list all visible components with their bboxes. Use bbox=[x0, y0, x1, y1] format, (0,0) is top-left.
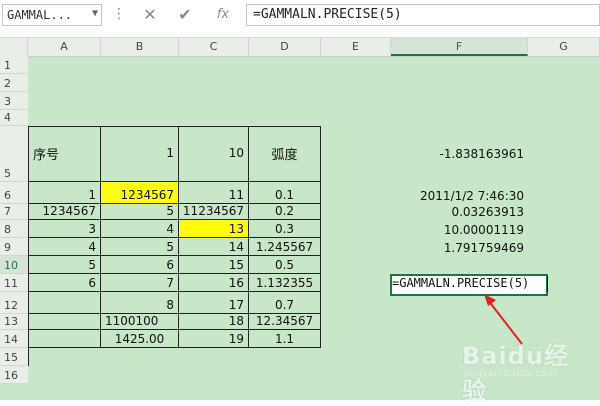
cell-f8[interactable]: 10.00001119 bbox=[391, 220, 528, 238]
row-header-1[interactable]: 1 bbox=[0, 56, 28, 74]
cell-a13[interactable] bbox=[29, 314, 101, 330]
cell-d13[interactable]: 12.34567 bbox=[249, 314, 321, 330]
row-header-2[interactable]: 2 bbox=[0, 74, 28, 92]
row-header-4[interactable]: 4 bbox=[0, 110, 28, 126]
cell-b8[interactable]: 4 bbox=[101, 220, 179, 238]
cell-d5[interactable]: 弧度 bbox=[249, 126, 321, 182]
name-box[interactable]: GAMMAL... ▼ bbox=[2, 4, 102, 26]
cell-c9[interactable]: 14 bbox=[179, 238, 249, 256]
cell-c11[interactable]: 16 bbox=[179, 274, 249, 292]
cell-a5[interactable]: 序号 bbox=[29, 126, 101, 182]
cell-d7[interactable]: 0.2 bbox=[249, 204, 321, 220]
column-header-f[interactable]: F bbox=[391, 38, 528, 56]
cell-a14[interactable] bbox=[29, 330, 101, 348]
cell-a12[interactable] bbox=[29, 292, 101, 314]
cell-c13[interactable]: 18 bbox=[179, 314, 249, 330]
cell-d11[interactable]: 1.132355 bbox=[249, 274, 321, 292]
cell-b10[interactable]: 6 bbox=[101, 256, 179, 274]
cell-b14[interactable]: 1425.00 bbox=[101, 330, 179, 348]
row-header-11[interactable]: 11 bbox=[0, 274, 28, 292]
cell-d12[interactable]: 0.7 bbox=[249, 292, 321, 314]
cell-c6[interactable]: 11 bbox=[179, 182, 249, 204]
row-header-14[interactable]: 14 bbox=[0, 330, 28, 348]
cell-c12[interactable]: 17 bbox=[179, 292, 249, 314]
cell-c7[interactable]: 11234567 bbox=[179, 204, 249, 220]
cell-c8[interactable]: 13 bbox=[179, 220, 249, 238]
watermark-url: jingyan.baidu.com bbox=[464, 368, 557, 379]
column-header-a[interactable]: A bbox=[28, 38, 101, 56]
cell-d6[interactable]: 0.1 bbox=[249, 182, 321, 204]
column-header-e[interactable]: E bbox=[321, 38, 391, 56]
row-header-13[interactable]: 13 bbox=[0, 314, 28, 330]
row-header-16[interactable]: 16 bbox=[0, 366, 28, 384]
row-header-6[interactable]: 6 bbox=[0, 182, 28, 204]
cell-f7[interactable]: 0.03263913 bbox=[391, 204, 528, 220]
text-cursor bbox=[547, 276, 548, 292]
cell-c10[interactable]: 15 bbox=[179, 256, 249, 274]
row-header-8[interactable]: 8 bbox=[0, 220, 28, 238]
row-header-12[interactable]: 12 bbox=[0, 292, 28, 314]
cell-a8[interactable]: 3 bbox=[29, 220, 101, 238]
cell-b11[interactable]: 7 bbox=[101, 274, 179, 292]
column-header-g[interactable]: G bbox=[528, 38, 600, 56]
row-header-10[interactable]: 10 bbox=[0, 256, 28, 274]
column-headers: A B C D E F G bbox=[0, 38, 600, 57]
cell-b6[interactable]: 1234567 bbox=[101, 182, 179, 204]
column-header-d[interactable]: D bbox=[249, 38, 321, 56]
cell-f9[interactable]: 1.791759469 bbox=[391, 238, 528, 256]
row-header-9[interactable]: 9 bbox=[0, 238, 28, 256]
insert-function-icon[interactable]: fx bbox=[210, 4, 236, 26]
cell-f5[interactable]: -1.838163961 bbox=[391, 126, 528, 182]
cell-b13[interactable]: 1100100 bbox=[101, 314, 179, 330]
cell-a7[interactable]: 1234567 bbox=[29, 204, 101, 220]
cell-c14[interactable]: 19 bbox=[179, 330, 249, 348]
cell-d9[interactable]: 1.245567 bbox=[249, 238, 321, 256]
cell-b5[interactable]: 1 bbox=[101, 126, 179, 182]
column-header-b[interactable]: B bbox=[101, 38, 179, 56]
cell-a10[interactable]: 5 bbox=[29, 256, 101, 274]
name-box-value: GAMMAL... bbox=[7, 8, 73, 22]
row-header-5[interactable]: 5 bbox=[0, 126, 28, 182]
row-header-3[interactable]: 3 bbox=[0, 92, 28, 110]
more-options-icon[interactable]: ⋮ bbox=[112, 6, 126, 22]
cell-b9[interactable]: 5 bbox=[101, 238, 179, 256]
chevron-down-icon[interactable]: ▼ bbox=[92, 8, 98, 19]
cell-d14[interactable]: 1.1 bbox=[249, 330, 321, 348]
cell-f6[interactable]: 2011/1/2 7:46:30 bbox=[391, 182, 528, 204]
cell-b12[interactable]: 8 bbox=[101, 292, 179, 314]
cell-b7[interactable]: 5 bbox=[101, 204, 179, 220]
row-header-7[interactable]: 7 bbox=[0, 204, 28, 220]
column-header-c[interactable]: C bbox=[179, 38, 249, 56]
cell-a11[interactable]: 6 bbox=[29, 274, 101, 292]
formula-input[interactable]: =GAMMALN.PRECISE(5) bbox=[246, 4, 600, 26]
cancel-icon[interactable]: ✕ bbox=[137, 4, 163, 26]
baidu-watermark: Baidu经验 jingyan.baidu.com bbox=[462, 336, 592, 405]
row-header-15[interactable]: 15 bbox=[0, 348, 28, 366]
cell-d8[interactable]: 0.3 bbox=[249, 220, 321, 238]
select-all-corner[interactable] bbox=[0, 38, 28, 56]
formula-bar: GAMMAL... ▼ ⋮ ✕ ✔ fx =GAMMALN.PRECISE(5) bbox=[0, 0, 600, 38]
cell-d10[interactable]: 0.5 bbox=[249, 256, 321, 274]
cell-a9[interactable]: 4 bbox=[29, 238, 101, 256]
enter-icon[interactable]: ✔ bbox=[172, 4, 198, 26]
cell-c5[interactable]: 10 bbox=[179, 126, 249, 182]
cell-a6[interactable]: 1 bbox=[29, 182, 101, 204]
